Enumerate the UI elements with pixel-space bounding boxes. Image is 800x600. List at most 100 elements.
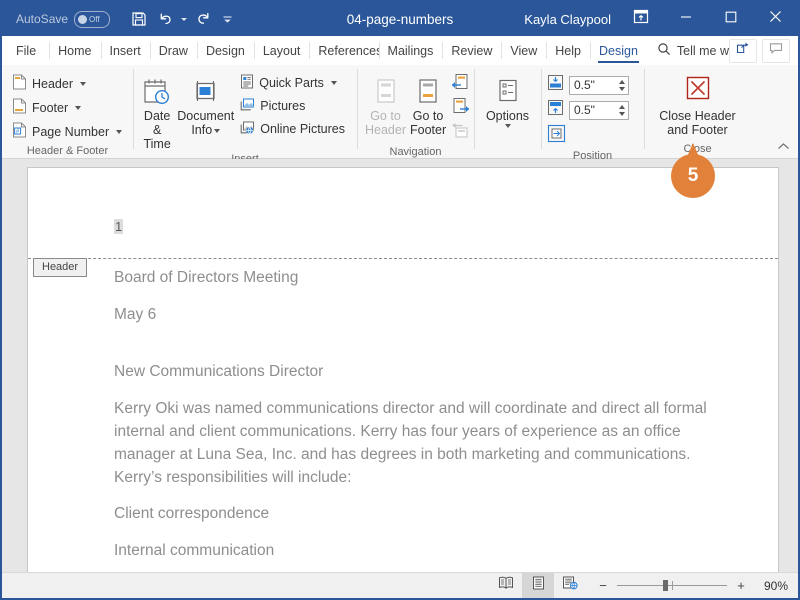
go-to-footer-button[interactable]: Go to Footer (408, 70, 448, 137)
read-mode-view-button[interactable] (490, 573, 522, 598)
footer-button[interactable]: Footer (8, 96, 128, 119)
spinner-down-icon[interactable] (618, 86, 625, 91)
document-paragraph: Client correspondence (114, 505, 270, 522)
close-icon (769, 10, 782, 28)
header-button[interactable]: Header (8, 72, 128, 95)
quick-parts-button[interactable]: Quick Parts (236, 72, 351, 94)
tab-view-label: View (510, 43, 538, 58)
print-layout-view-button[interactable] (522, 573, 554, 598)
header-from-top-spinner[interactable]: 0.5" (569, 75, 629, 95)
tab-layout[interactable]: Layout (253, 36, 310, 65)
page-number-field[interactable]: 1 (114, 219, 124, 234)
ribbon-display-options-icon (633, 9, 649, 29)
customize-qat-icon (222, 14, 233, 25)
minimize-button[interactable] (663, 2, 708, 36)
footer-from-bottom-spinner[interactable]: 0.5" (569, 100, 629, 120)
go-to-header-label-2: Header (365, 123, 406, 137)
tab-review[interactable]: Review (442, 36, 501, 65)
tab-home[interactable]: Home (49, 36, 100, 65)
share-button[interactable] (729, 38, 757, 63)
tab-help[interactable]: Help (546, 36, 590, 65)
document-canvas[interactable]: 1 Header Board of Directors Meeting May … (2, 159, 798, 572)
tab-home-label: Home (58, 43, 92, 58)
tab-design[interactable]: Design (196, 36, 254, 65)
online-pictures-button[interactable]: Online Pictures (236, 118, 351, 140)
redo-button[interactable] (190, 6, 216, 32)
document-page[interactable]: 1 Header Board of Directors Meeting May … (27, 167, 779, 572)
footer-from-bottom-arrows[interactable] (615, 102, 628, 119)
header-from-top-arrows[interactable] (615, 77, 628, 94)
go-to-header-button[interactable]: Go to Header (363, 70, 408, 137)
zoom-in-button[interactable]: + (736, 578, 746, 593)
undo-dropdown-button[interactable] (178, 6, 188, 32)
close-header-and-footer-label-2: and Footer (667, 123, 728, 137)
tab-review-label: Review (451, 43, 493, 58)
document-info-button[interactable]: Document Info (175, 70, 236, 137)
document-info-label-2-text: Info (191, 123, 213, 137)
close-header-and-footer-button[interactable]: Close Header and Footer (651, 70, 745, 137)
tell-me-search[interactable]: Tell me w (647, 36, 729, 65)
active-tab-underline (597, 61, 639, 63)
tab-design-contextual-label: Design (598, 43, 638, 58)
link-to-previous-button[interactable] (448, 121, 472, 144)
footer-from-bottom-row: 0.5" (547, 99, 629, 121)
document-body-text[interactable]: Board of Directors Meeting May 6 New Com… (114, 266, 738, 572)
quick-parts-icon (240, 74, 254, 92)
online-pictures-label: Online Pictures (260, 122, 345, 136)
comments-button[interactable] (762, 38, 790, 63)
zoom-slider-thumb[interactable] (663, 580, 668, 591)
tab-design-contextual[interactable]: Design (589, 36, 647, 65)
pictures-button[interactable]: Pictures (236, 95, 351, 117)
zoom-control: − + (598, 578, 746, 593)
maximize-button[interactable] (708, 2, 753, 36)
tab-view[interactable]: View (501, 36, 546, 65)
spinner-up-icon[interactable] (618, 79, 625, 84)
title-bar-right: Kayla Claypool (524, 2, 798, 36)
tab-references[interactable]: References (309, 36, 379, 65)
user-account-name[interactable]: Kayla Claypool (524, 12, 611, 27)
insert-alignment-tab-button[interactable] (547, 124, 566, 148)
spinner-up-icon[interactable] (618, 104, 625, 109)
link-to-previous-icon (451, 121, 470, 145)
chevron-down-icon (75, 105, 82, 110)
spinner-down-icon[interactable] (618, 111, 625, 116)
document-paragraph: Kerry Oki was named communications direc… (114, 400, 707, 486)
online-pictures-icon (240, 120, 255, 138)
zoom-level-label[interactable]: 90% (756, 579, 788, 593)
next-button[interactable] (448, 97, 472, 120)
tell-me-text: Tell me w (676, 43, 729, 58)
ribbon-group-close: Close Header and Footer Close (644, 65, 751, 158)
options-icon (493, 73, 523, 107)
tab-strip-actions (729, 36, 798, 65)
read-mode-icon (498, 576, 514, 595)
header-footer-button-stack: Header Footer # Page Number (8, 70, 128, 143)
undo-button[interactable] (154, 6, 176, 32)
ribbon-group-header-and-footer: Header Footer # Page Number Header & Foo… (2, 65, 133, 158)
web-layout-view-button[interactable] (554, 573, 586, 598)
date-and-time-button[interactable]: Date & Time (139, 70, 175, 151)
tab-mailings[interactable]: Mailings (378, 36, 443, 65)
ribbon-display-options-button[interactable] (625, 2, 657, 36)
ribbon: Header Footer # Page Number Header & Foo… (2, 65, 798, 165)
document-info-icon (188, 73, 224, 107)
search-icon (657, 42, 671, 59)
tab-references-label: References (318, 43, 379, 58)
close-button[interactable] (753, 2, 798, 36)
autosave-toggle[interactable]: AutoSave Off (16, 10, 111, 28)
document-paragraph: Internal communication (114, 542, 275, 559)
page-number-button[interactable]: # Page Number (8, 120, 128, 143)
navigation-mini-buttons (448, 70, 472, 144)
document-paragraph: Board of Directors Meeting (114, 269, 299, 286)
tab-file[interactable]: File (2, 36, 49, 65)
autosave-switch[interactable]: Off (74, 10, 111, 28)
tab-insert[interactable]: Insert (100, 36, 150, 65)
save-button[interactable] (126, 6, 152, 32)
collapse-ribbon-button[interactable] (774, 139, 792, 155)
previous-button[interactable] (448, 73, 472, 96)
tab-draw[interactable]: Draw (149, 36, 197, 65)
zoom-out-button[interactable]: − (598, 578, 608, 593)
options-button[interactable]: Options (480, 70, 535, 128)
zoom-slider[interactable] (617, 580, 727, 591)
customize-quick-access-button[interactable] (218, 6, 236, 32)
ribbon-group-header-and-footer-label: Header & Footer (26, 145, 109, 157)
